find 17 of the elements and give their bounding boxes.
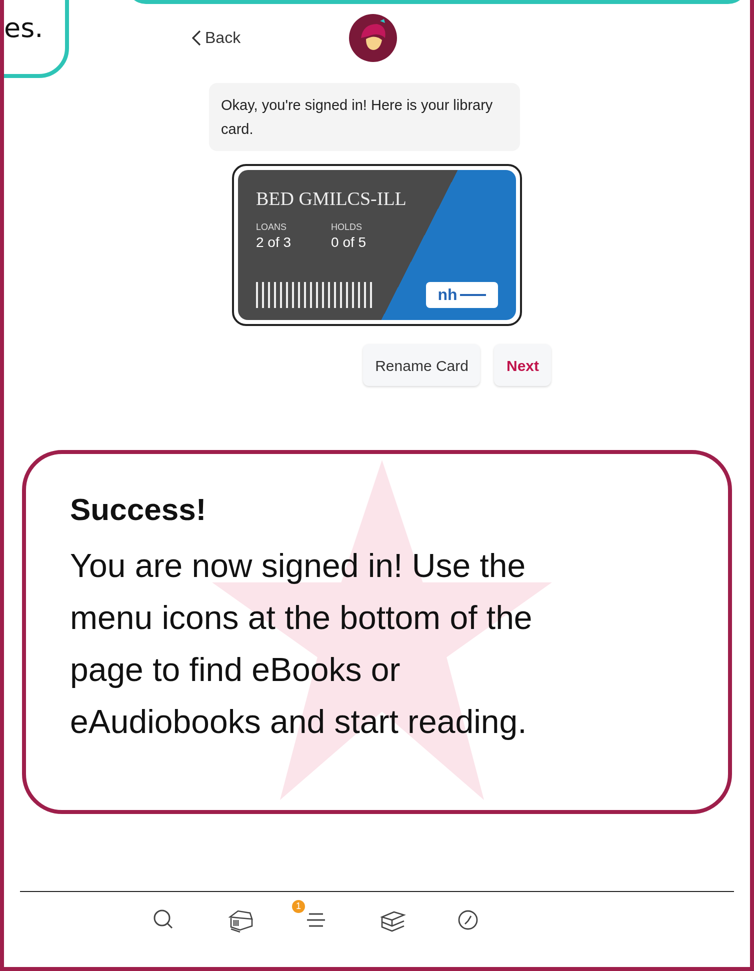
message-bubble: Okay, you're signed in! Here is your library card. — [209, 83, 520, 151]
stat-value: 0 of 5 — [331, 234, 366, 250]
back-button[interactable]: Back — [192, 29, 241, 47]
rename-card-button[interactable]: Rename Card — [363, 344, 480, 386]
logo-text: nh — [438, 286, 458, 304]
callout-text: You are now signed in! Use the menu icons at the bottom of the page to find eBooks or eAudiobooks and start reading. — [70, 546, 534, 742]
stat-value: 2 of 3 — [256, 234, 292, 250]
card-name: BED GMILCS-ILL — [256, 188, 408, 210]
callout-text: es. — [4, 12, 44, 43]
library-building-icon — [228, 908, 254, 934]
stat-label: LOANS — [256, 222, 288, 232]
notification-badge: 1 — [292, 900, 305, 913]
stat-label: HOLDS — [331, 222, 364, 232]
chevron-left-icon — [192, 30, 201, 46]
callout-title: Success! — [70, 492, 208, 528]
next-button[interactable]: Next — [494, 344, 551, 386]
mascot-logo-icon — [348, 14, 397, 62]
